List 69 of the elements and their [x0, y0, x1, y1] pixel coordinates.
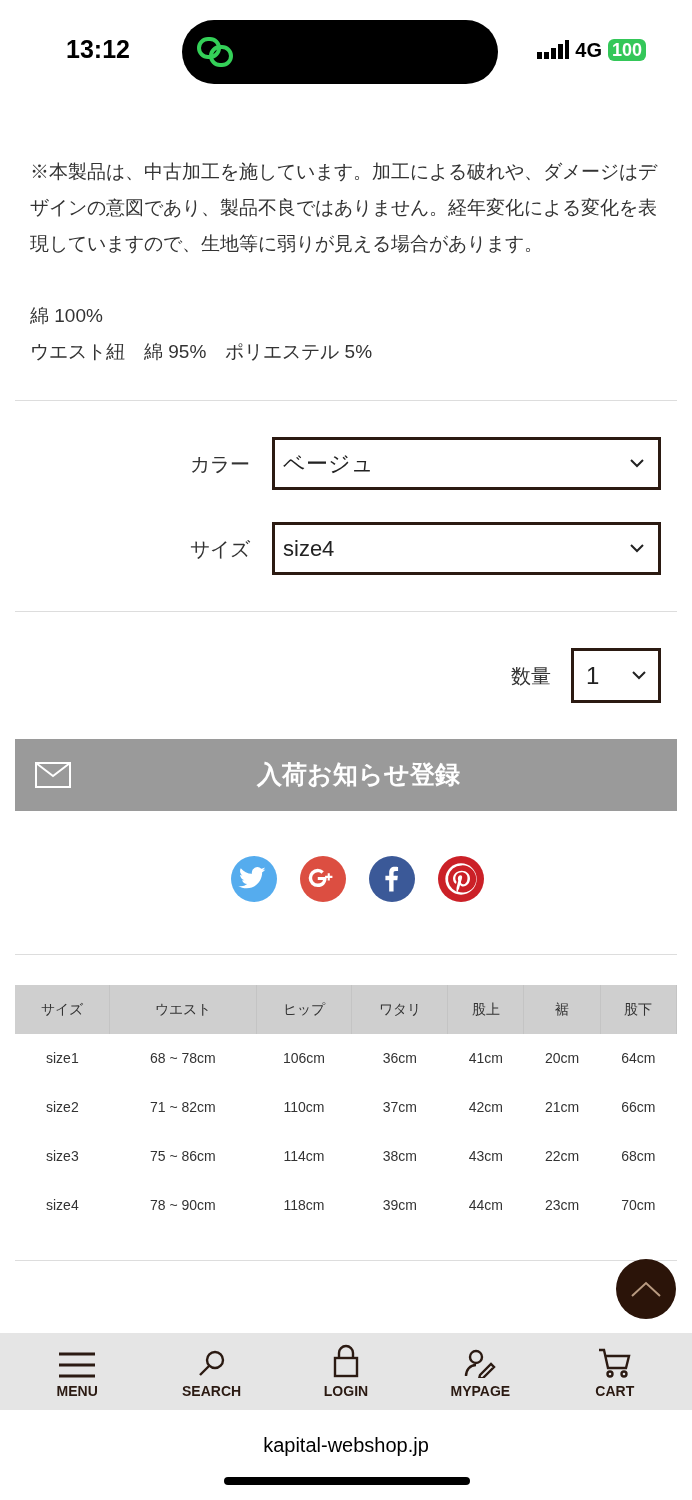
search-icon: [197, 1349, 226, 1378]
table-cell-text: 21cm: [543, 1098, 581, 1117]
column-header: 股下: [600, 985, 677, 1034]
material-text: ウエスト紐 綿 95% ポリエステル 5%: [30, 340, 374, 364]
nav-item[interactable]: MENU: [22, 1341, 133, 1402]
table-cell-text: size4: [45, 1196, 80, 1215]
option-select[interactable]: ベージュ: [272, 437, 661, 490]
table-cell-text: 38cm: [381, 1147, 418, 1166]
table-cell-text: 43cm: [467, 1147, 504, 1166]
column-header: 股上: [447, 985, 524, 1034]
nav-item[interactable]: CART: [559, 1341, 670, 1402]
chevron-icon: [630, 459, 644, 468]
nav-item[interactable]: MYPAGE: [425, 1341, 536, 1402]
envelope-icon: [35, 762, 71, 788]
table-cell-text: 44cm: [467, 1196, 504, 1215]
option-label: カラー: [190, 451, 250, 477]
table-cell: 64cm: [600, 1034, 677, 1083]
quantity-select[interactable]: 1: [571, 648, 661, 703]
description-text: ※本製品は、中古加工を施しています。加工による破れや、ダメージはデザインの意図であり、製品不良ではありません。経年変化による変化を表現していますので、生地等に弱りが見える場合があります。: [30, 160, 659, 256]
table-cell-text: 42cm: [467, 1098, 504, 1117]
table-cell-text: 71 ~ 82cm: [149, 1098, 217, 1117]
table-cell-text: 110cm: [282, 1098, 326, 1117]
nav-item[interactable]: SEARCH: [156, 1341, 267, 1402]
google-plus-icon[interactable]: [299, 856, 346, 902]
pinterest-icon[interactable]: [437, 856, 484, 902]
nav-item[interactable]: LOGIN: [290, 1341, 401, 1402]
table-cell-text: 70cm: [620, 1196, 657, 1215]
option-label: サイズ: [190, 536, 250, 562]
chevron-up-icon: [631, 1281, 661, 1297]
table-cell-text: 23cm: [543, 1196, 581, 1215]
status-time: 13:12: [66, 34, 130, 66]
table-cell: 41cm: [447, 1034, 524, 1083]
table-cell-text: 78 ~ 90cm: [149, 1196, 217, 1215]
table-cell-text: 37cm: [381, 1098, 418, 1117]
table-cell: 20cm: [523, 1034, 601, 1083]
chevron-icon: [630, 544, 644, 553]
table-cell: 68 ~ 78cm: [109, 1034, 257, 1083]
signal-icon: [537, 40, 570, 60]
column-header: ヒップ: [256, 985, 352, 1034]
option-select[interactable]: size4: [272, 522, 661, 575]
material-text: 綿 100%: [30, 304, 104, 328]
url-text: kapital-webshop.jp: [263, 1433, 429, 1458]
menu-icon: [58, 1351, 97, 1378]
chevron-icon: [632, 671, 646, 680]
table-cell: size1: [15, 1034, 110, 1083]
table-cell-text: size3: [45, 1147, 80, 1166]
facebook-icon[interactable]: [368, 856, 415, 902]
column-header: サイズ: [15, 985, 110, 1034]
table-cell-text: 22cm: [543, 1147, 581, 1166]
column-header: ワタリ: [351, 985, 448, 1034]
cart-icon: [597, 1347, 632, 1378]
battery-indicator: 100: [607, 39, 646, 61]
scroll-top-button[interactable]: [616, 1259, 676, 1319]
quantity-label: 数量: [511, 663, 551, 689]
person-pen-icon: [464, 1347, 497, 1378]
table-cell: 106cm: [256, 1034, 352, 1083]
table-cell-text: 66cm: [620, 1098, 657, 1117]
table-cell-text: 118cm: [282, 1196, 326, 1215]
table-cell-text: 114cm: [282, 1147, 326, 1166]
table-cell-text: 75 ~ 86cm: [149, 1147, 217, 1166]
column-header: ウエスト: [109, 985, 257, 1034]
network-label: 4G: [575, 38, 602, 63]
table-cell-text: size2: [45, 1098, 80, 1117]
table-cell-text: 39cm: [381, 1196, 418, 1215]
link-icon: [196, 36, 236, 68]
column-header: 裾: [523, 985, 601, 1034]
table-cell-text: 68cm: [620, 1147, 657, 1166]
padlock-icon: [332, 1343, 359, 1378]
table-cell: 36cm: [351, 1034, 448, 1083]
